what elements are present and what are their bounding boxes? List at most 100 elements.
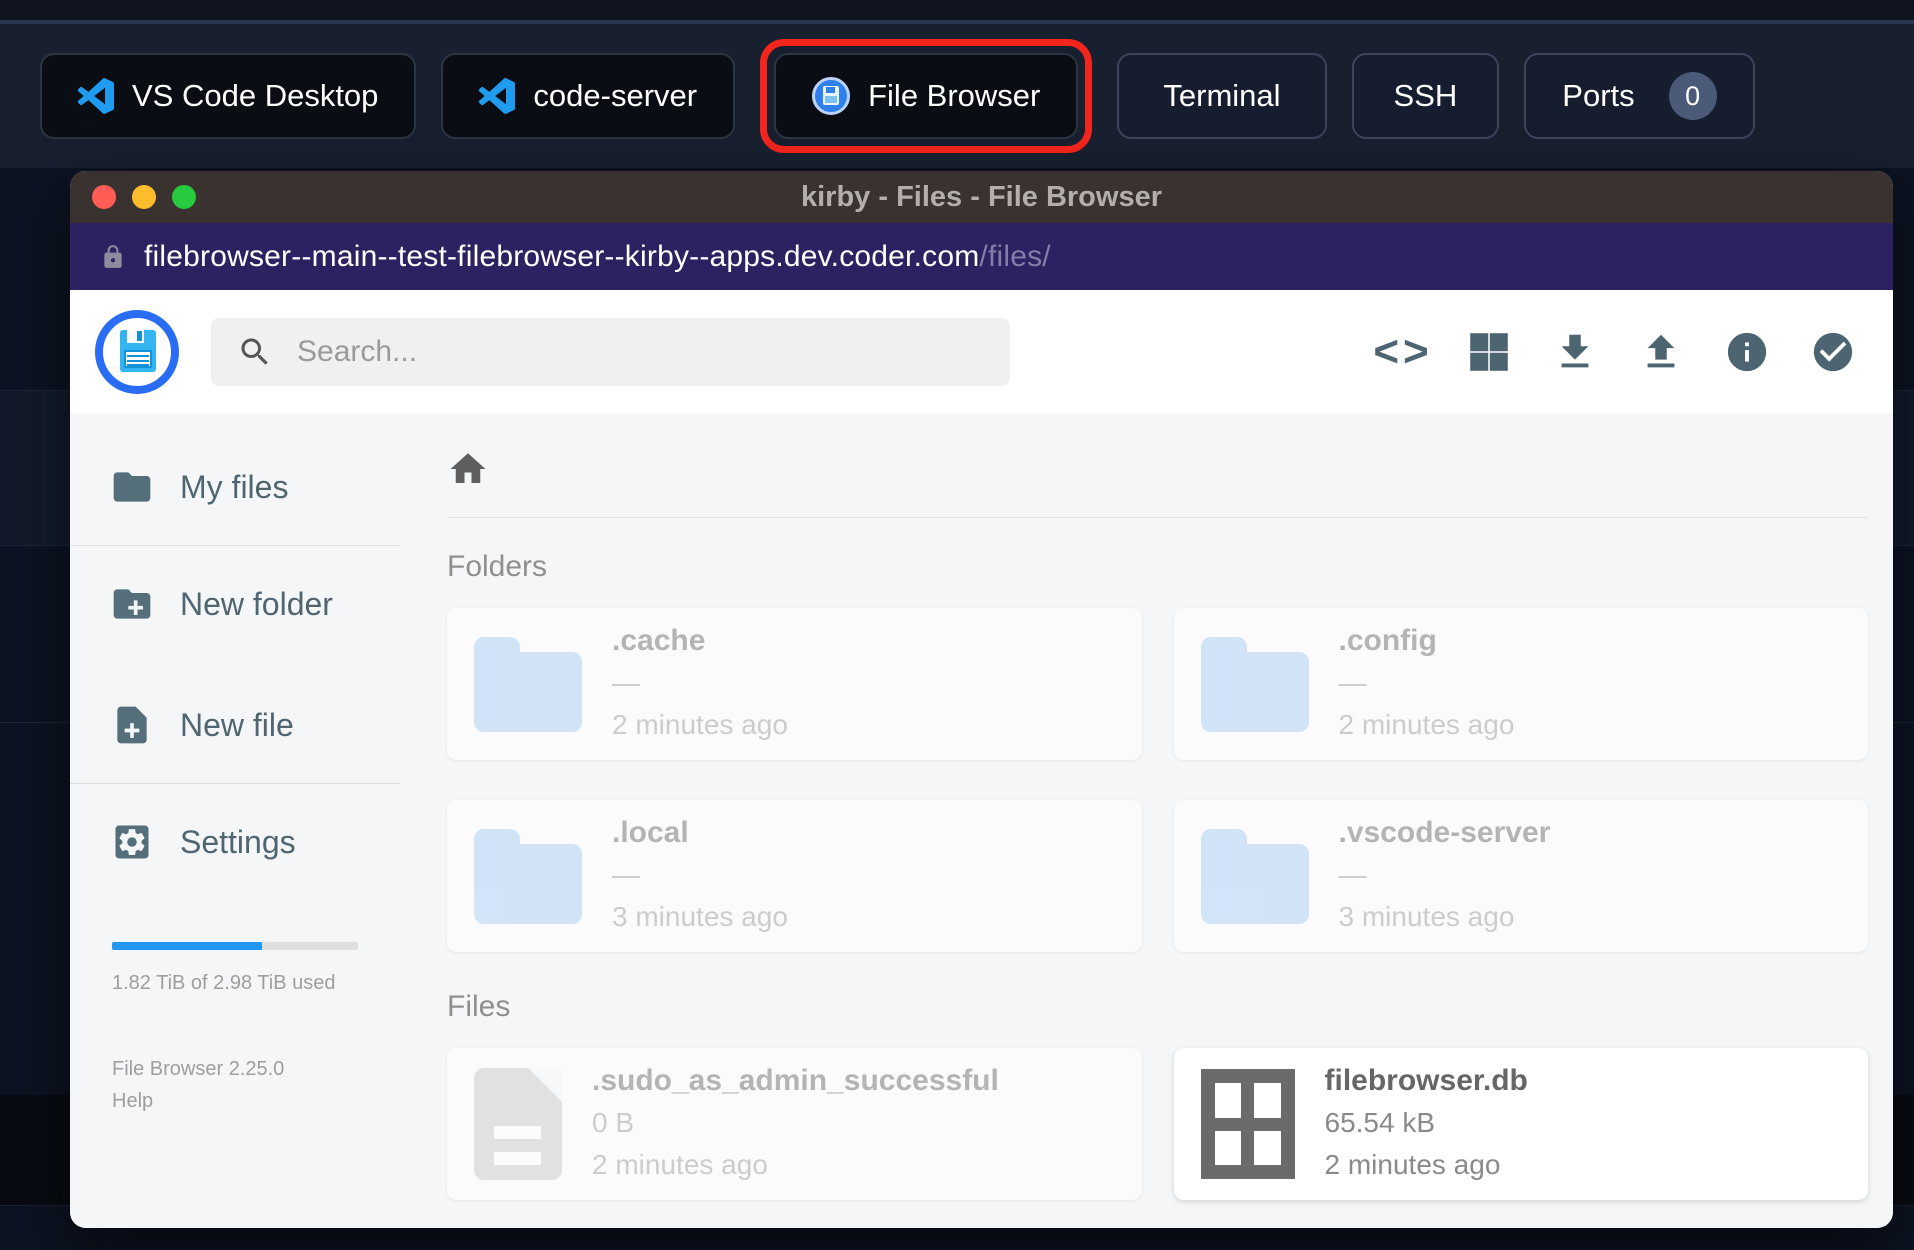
search-icon bbox=[241, 337, 268, 365]
vscode-icon bbox=[479, 78, 516, 114]
code-icon[interactable]: <> bbox=[1373, 328, 1428, 375]
terminal-button[interactable]: Terminal bbox=[1117, 53, 1327, 139]
url-host: filebrowser--main--test-filebrowser--kir… bbox=[144, 239, 980, 273]
minimize-window-button[interactable] bbox=[132, 185, 156, 209]
app-switcher-bar: VS Code Desktop code-server File Browser… bbox=[0, 24, 1914, 168]
browser-window: kirby - Files - File Browser filebrowser… bbox=[70, 171, 1893, 1228]
folder-icon bbox=[474, 828, 582, 924]
sidebar-item-new-folder[interactable]: New folder bbox=[70, 560, 400, 648]
settings-icon bbox=[115, 825, 149, 859]
section-title-folders: Folders bbox=[447, 550, 548, 583]
item-size: 0 B bbox=[592, 1106, 635, 1138]
highlight-ring: File Browser bbox=[760, 39, 1093, 153]
code-server-label: code-server bbox=[533, 78, 698, 113]
close-window-button[interactable] bbox=[92, 185, 116, 209]
code-server-button[interactable]: code-server bbox=[441, 53, 736, 139]
vscode-icon bbox=[78, 78, 114, 114]
sidebar-item-label: Settings bbox=[180, 823, 296, 860]
url-path: /files/ bbox=[979, 239, 1051, 273]
item-name: .sudo_as_admin_successful bbox=[592, 1064, 999, 1098]
search-bar[interactable] bbox=[211, 317, 1010, 386]
sidebar-item-new-file[interactable]: New file bbox=[70, 681, 400, 769]
item-size: — bbox=[1338, 858, 1367, 890]
ssh-button[interactable]: SSH bbox=[1351, 53, 1500, 139]
lock-icon bbox=[104, 244, 122, 268]
item-time: 2 minutes ago bbox=[1338, 709, 1515, 741]
folder-card-cache[interactable]: .cache — 2 minutes ago bbox=[447, 608, 1142, 760]
item-size: 65.54 kB bbox=[1324, 1106, 1436, 1138]
upload-icon[interactable] bbox=[1638, 329, 1684, 375]
terminal-label: Terminal bbox=[1163, 78, 1281, 113]
item-size: — bbox=[612, 666, 640, 698]
folder-icon bbox=[474, 636, 582, 732]
item-time: 3 minutes ago bbox=[612, 901, 788, 933]
folder-icon bbox=[113, 472, 151, 502]
select-all-icon[interactable] bbox=[1810, 329, 1856, 375]
vscode-desktop-button[interactable]: VS Code Desktop bbox=[40, 53, 417, 139]
app-version: File Browser 2.25.0 bbox=[112, 1058, 285, 1080]
file-browser-icon bbox=[812, 77, 851, 115]
item-time: 2 minutes ago bbox=[1324, 1149, 1501, 1181]
sidebar-item-settings[interactable]: Settings bbox=[70, 798, 400, 886]
item-name: filebrowser.db bbox=[1324, 1064, 1528, 1098]
desktop-background bbox=[0, 0, 1914, 20]
sidebar: My files New folder New file Settings 1.… bbox=[70, 413, 400, 1228]
sidebar-divider bbox=[70, 783, 400, 784]
section-title-files: Files bbox=[447, 990, 511, 1023]
window-titlebar[interactable]: kirby - Files - File Browser bbox=[70, 171, 1893, 223]
sidebar-item-my-files[interactable]: My files bbox=[70, 443, 400, 531]
filebrowser-header: <> bbox=[70, 290, 1893, 413]
file-card-sudo-as-admin[interactable]: .sudo_as_admin_successful 0 B 2 minutes … bbox=[447, 1048, 1142, 1200]
zoom-window-button[interactable] bbox=[172, 185, 196, 209]
traffic-lights bbox=[92, 185, 196, 209]
search-input[interactable] bbox=[295, 333, 984, 370]
storage-usage-text: 1.82 TiB of 2.98 TiB used bbox=[112, 972, 336, 994]
url-text: filebrowser--main--test-filebrowser--kir… bbox=[144, 240, 1051, 274]
folders-grid: .cache — 2 minutes ago .config — 2 minut… bbox=[447, 608, 1868, 952]
header-actions: <> bbox=[1373, 328, 1856, 375]
file-icon bbox=[474, 1068, 562, 1180]
window-title: kirby - Files - File Browser bbox=[801, 180, 1162, 213]
storage-progress-fill bbox=[112, 942, 263, 950]
item-name: .vscode-server bbox=[1338, 816, 1551, 850]
info-icon[interactable] bbox=[1724, 329, 1770, 375]
breadcrumb bbox=[447, 447, 1868, 491]
new-file-icon bbox=[117, 706, 147, 744]
home-icon[interactable] bbox=[447, 448, 489, 490]
sidebar-item-label: New folder bbox=[180, 585, 333, 622]
filebrowser-logo-icon[interactable] bbox=[95, 309, 179, 394]
folder-card-vscode-server[interactable]: .vscode-server — 3 minutes ago bbox=[1173, 800, 1868, 952]
download-icon[interactable] bbox=[1552, 329, 1598, 375]
storage-progress-bar bbox=[112, 942, 358, 950]
folder-card-config[interactable]: .config — 2 minutes ago bbox=[1173, 608, 1868, 760]
file-browser-button[interactable]: File Browser bbox=[774, 53, 1079, 139]
folder-icon bbox=[1200, 636, 1309, 732]
ports-button[interactable]: Ports 0 bbox=[1524, 53, 1755, 139]
folder-card-local[interactable]: .local — 3 minutes ago bbox=[447, 800, 1142, 952]
file-listing: Folders .cache — 2 minutes ago .config —… bbox=[400, 413, 1893, 1228]
sidebar-footer: File Browser 2.25.0 Help bbox=[70, 1053, 400, 1117]
file-card-filebrowser-db[interactable]: filebrowser.db 65.54 kB 2 minutes ago bbox=[1173, 1048, 1868, 1200]
item-name: .config bbox=[1338, 624, 1437, 658]
item-time: 2 minutes ago bbox=[592, 1149, 768, 1181]
listing-divider bbox=[447, 517, 1868, 518]
ports-label: Ports bbox=[1562, 78, 1635, 113]
sidebar-divider bbox=[70, 545, 400, 546]
item-time: 2 minutes ago bbox=[612, 709, 788, 741]
sidebar-item-label: New file bbox=[180, 706, 294, 743]
ssh-label: SSH bbox=[1393, 78, 1458, 113]
item-name: .cache bbox=[612, 624, 706, 658]
help-link[interactable]: Help bbox=[112, 1085, 400, 1117]
item-size: — bbox=[612, 858, 640, 890]
item-name: .local bbox=[612, 816, 689, 850]
item-size: — bbox=[1338, 666, 1367, 698]
ports-count-badge: 0 bbox=[1668, 72, 1717, 120]
grid-view-icon[interactable] bbox=[1466, 329, 1512, 375]
url-bar[interactable]: filebrowser--main--test-filebrowser--kir… bbox=[70, 223, 1893, 290]
file-browser-label: File Browser bbox=[868, 78, 1041, 113]
database-file-icon bbox=[1200, 1069, 1295, 1179]
filebrowser-body: My files New folder New file Settings 1.… bbox=[70, 413, 1893, 1228]
vscode-desktop-label: VS Code Desktop bbox=[132, 78, 379, 113]
new-folder-icon bbox=[113, 589, 151, 619]
